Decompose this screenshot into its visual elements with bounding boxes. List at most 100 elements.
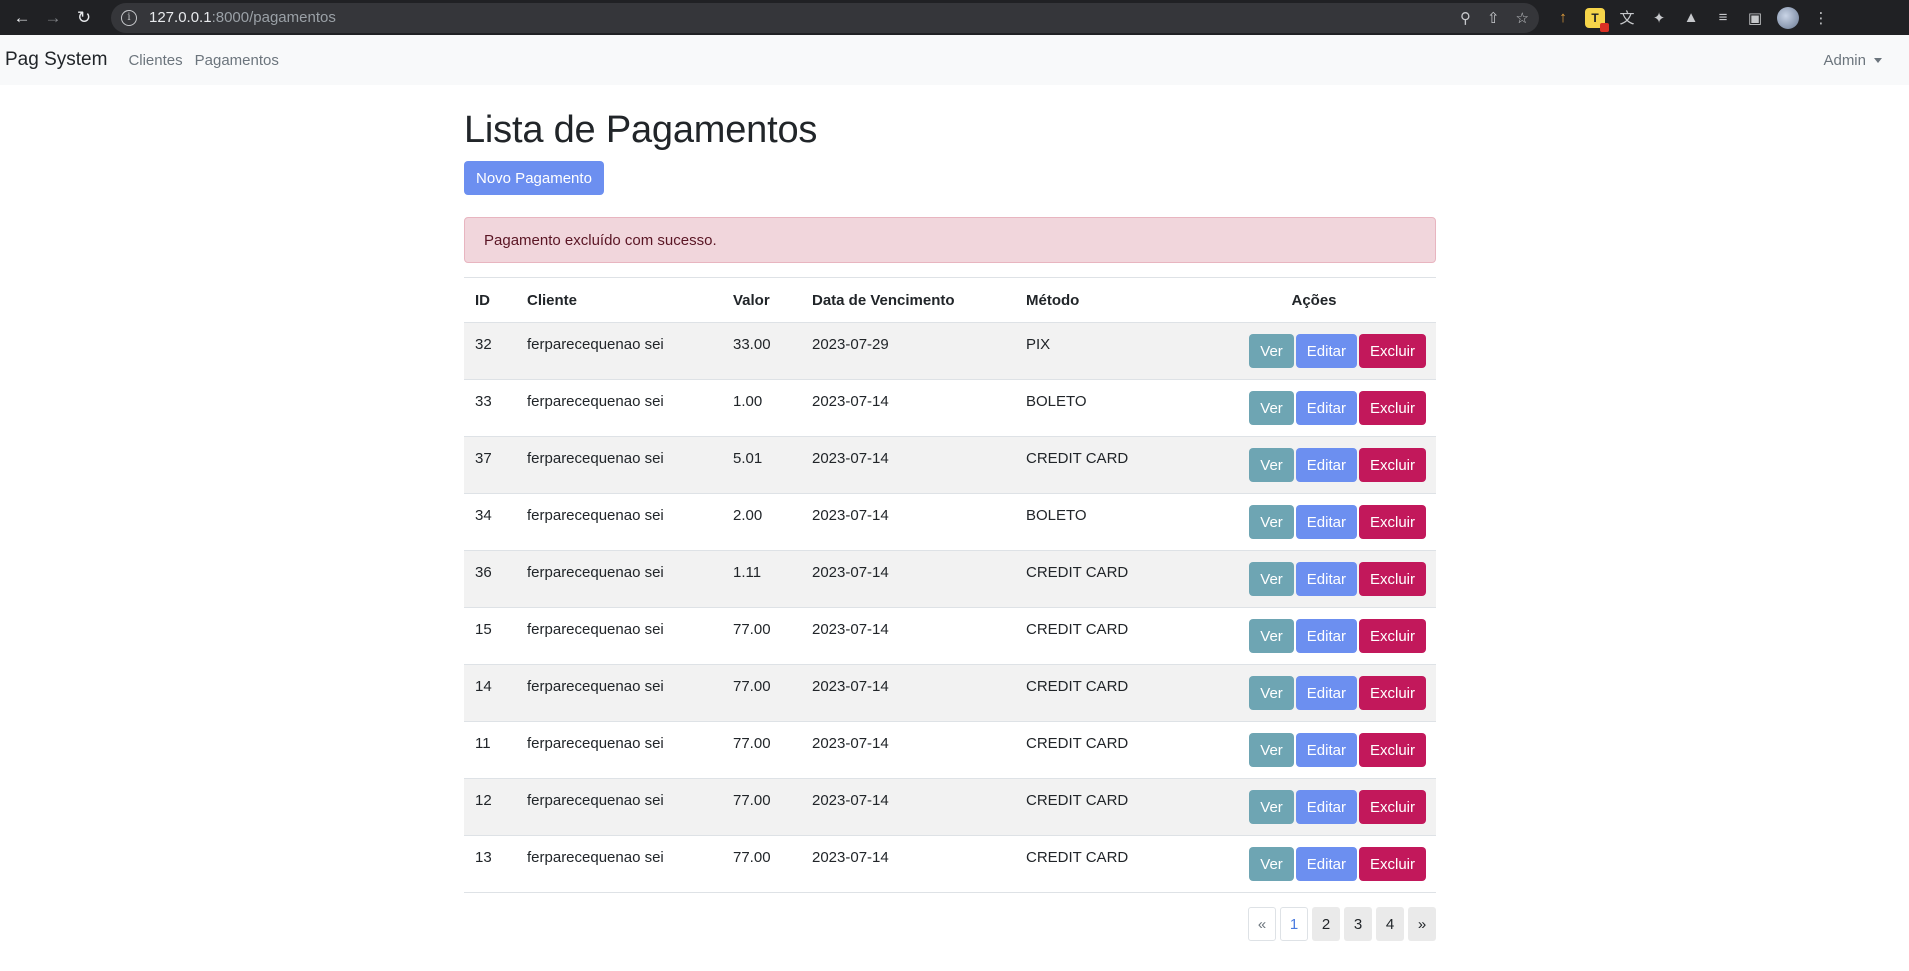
sparkle-extension-icon[interactable]: ✦ bbox=[1649, 8, 1669, 28]
cell-metodo: CREDIT CARD bbox=[1026, 678, 1129, 695]
edit-button[interactable]: Editar bbox=[1295, 505, 1357, 539]
side-panel-icon[interactable]: ▣ bbox=[1745, 8, 1765, 28]
cell-valor: 5.01 bbox=[733, 450, 763, 467]
address-bar[interactable]: i 127.0.0.1:8000/pagamentos ⚲ ⇧ ☆ bbox=[111, 2, 1539, 33]
caret-down-icon bbox=[1874, 57, 1882, 63]
column-header-id: ID bbox=[464, 277, 516, 323]
url-path: :8000/pagamentos bbox=[211, 9, 336, 26]
cell-valor: 77.00 bbox=[733, 621, 771, 638]
table-row: 11 ferparecequenao sei 77.00 2023-07-14 CRED… bbox=[464, 722, 1436, 779]
nav-link-clientes[interactable]: Clientes bbox=[128, 52, 182, 69]
view-button[interactable]: Ver bbox=[1249, 790, 1294, 824]
alert-message: Pagamento excluído com sucesso. bbox=[484, 231, 717, 249]
pickaxe-extension-icon[interactable]: ↑ bbox=[1553, 8, 1573, 28]
cell-vencimento: 2023-07-14 bbox=[812, 507, 889, 524]
table-row: 14 ferparecequenao sei 77.00 2023-07-14 CRED… bbox=[464, 664, 1436, 722]
cell-id: 13 bbox=[475, 849, 492, 866]
cell-metodo: CREDIT CARD bbox=[1026, 792, 1129, 809]
table-row: 34 ferparecequenao sei 2.00 2023-07-14 BOLET… bbox=[464, 494, 1436, 551]
puzzle-extensions-icon[interactable]: ▲ bbox=[1681, 8, 1701, 28]
cell-id: 11 bbox=[475, 735, 491, 752]
cell-id: 36 bbox=[475, 564, 492, 581]
site-info-icon[interactable]: i bbox=[121, 9, 137, 26]
reload-icon[interactable]: ↻ bbox=[70, 4, 98, 32]
view-button[interactable]: Ver bbox=[1249, 391, 1294, 425]
delete-button[interactable]: Excluir bbox=[1358, 619, 1426, 653]
edit-button[interactable]: Editar bbox=[1295, 448, 1357, 482]
cell-vencimento: 2023-07-14 bbox=[812, 849, 889, 866]
pagination-prev[interactable]: « bbox=[1248, 907, 1276, 941]
delete-button[interactable]: Excluir bbox=[1358, 334, 1426, 368]
edit-button[interactable]: Editar bbox=[1295, 790, 1357, 824]
pagination-page-2[interactable]: 2 bbox=[1312, 907, 1340, 941]
view-button[interactable]: Ver bbox=[1249, 733, 1294, 767]
cell-cliente: ferparecequenao sei bbox=[527, 450, 664, 467]
t-extension-icon[interactable]: T bbox=[1585, 7, 1609, 32]
cell-metodo: CREDIT CARD bbox=[1026, 621, 1129, 638]
user-menu[interactable]: Admin bbox=[1823, 52, 1882, 69]
pagination-next[interactable]: » bbox=[1408, 907, 1436, 941]
zoom-icon[interactable]: ⚲ bbox=[1460, 9, 1471, 27]
edit-button[interactable]: Editar bbox=[1295, 733, 1357, 767]
view-button[interactable]: Ver bbox=[1249, 562, 1294, 596]
user-name: Admin bbox=[1823, 51, 1866, 69]
cell-actions: Ver Editar Excluir bbox=[1192, 323, 1436, 380]
edit-button[interactable]: Editar bbox=[1295, 676, 1357, 710]
cell-actions: Ver Editar Excluir bbox=[1192, 779, 1436, 836]
delete-button[interactable]: Excluir bbox=[1358, 847, 1426, 881]
profile-avatar[interactable] bbox=[1777, 6, 1799, 29]
translate-extension-icon[interactable]: 文 bbox=[1617, 8, 1637, 28]
cell-actions: Ver Editar Excluir bbox=[1192, 608, 1436, 665]
column-header-valor: Valor bbox=[722, 277, 801, 323]
view-button[interactable]: Ver bbox=[1249, 334, 1294, 368]
new-payment-button[interactable]: Novo Pagamento bbox=[464, 161, 604, 195]
bookmark-star-icon[interactable]: ☆ bbox=[1516, 9, 1529, 27]
cell-actions: Ver Editar Excluir bbox=[1192, 380, 1436, 437]
share-icon[interactable]: ⇧ bbox=[1487, 9, 1500, 27]
edit-button[interactable]: Editar bbox=[1295, 562, 1357, 596]
cell-metodo: PIX bbox=[1026, 336, 1051, 353]
app-navbar: Pag System Clientes Pagamentos Admin bbox=[0, 35, 1909, 85]
cell-valor: 77.00 bbox=[733, 792, 771, 809]
view-button[interactable]: Ver bbox=[1249, 619, 1294, 653]
cell-actions: Ver Editar Excluir bbox=[1192, 494, 1436, 551]
cell-id: 34 bbox=[475, 507, 492, 524]
success-alert: Pagamento excluído com sucesso. bbox=[464, 217, 1436, 263]
nav-link-pagamentos[interactable]: Pagamentos bbox=[195, 52, 279, 69]
cell-cliente: ferparecequenao sei bbox=[527, 336, 664, 353]
cell-id: 15 bbox=[475, 621, 492, 638]
edit-button[interactable]: Editar bbox=[1295, 619, 1357, 653]
back-arrow-icon[interactable]: ← bbox=[8, 4, 36, 32]
view-button[interactable]: Ver bbox=[1249, 847, 1294, 881]
forward-arrow-icon[interactable]: → bbox=[39, 4, 67, 32]
cell-cliente: ferparecequenao sei bbox=[527, 393, 664, 410]
browser-toolbar: ← → ↻ i 127.0.0.1:8000/pagamentos ⚲ ⇧ ☆ … bbox=[0, 0, 1909, 35]
reading-list-icon[interactable]: ≡ bbox=[1713, 8, 1733, 28]
pagination-page-1[interactable]: 1 bbox=[1280, 907, 1308, 941]
cell-id: 32 bbox=[475, 336, 492, 353]
cell-cliente: ferparecequenao sei bbox=[527, 735, 664, 752]
table-row: 12 ferparecequenao sei 77.00 2023-07-14 CRED… bbox=[464, 778, 1436, 836]
delete-button[interactable]: Excluir bbox=[1358, 733, 1426, 767]
brand-link[interactable]: Pag System bbox=[5, 49, 107, 71]
cell-metodo: CREDIT CARD bbox=[1026, 450, 1129, 467]
cell-id: 37 bbox=[475, 450, 492, 467]
view-button[interactable]: Ver bbox=[1249, 505, 1294, 539]
delete-button[interactable]: Excluir bbox=[1358, 676, 1426, 710]
column-header-vencimento: Data de Vencimento bbox=[801, 277, 1015, 323]
delete-button[interactable]: Excluir bbox=[1358, 391, 1426, 425]
cell-valor: 1.11 bbox=[733, 564, 762, 581]
edit-button[interactable]: Editar bbox=[1295, 334, 1357, 368]
url-host: 127.0.0.1 bbox=[149, 9, 212, 26]
pagination-page-3[interactable]: 3 bbox=[1344, 907, 1372, 941]
delete-button[interactable]: Excluir bbox=[1358, 448, 1426, 482]
view-button[interactable]: Ver bbox=[1249, 448, 1294, 482]
delete-button[interactable]: Excluir bbox=[1358, 790, 1426, 824]
edit-button[interactable]: Editar bbox=[1295, 847, 1357, 881]
delete-button[interactable]: Excluir bbox=[1358, 562, 1426, 596]
pagination-page-4[interactable]: 4 bbox=[1376, 907, 1404, 941]
edit-button[interactable]: Editar bbox=[1295, 391, 1357, 425]
view-button[interactable]: Ver bbox=[1249, 676, 1294, 710]
kebab-menu-icon[interactable]: ⋮ bbox=[1811, 8, 1831, 28]
delete-button[interactable]: Excluir bbox=[1358, 505, 1426, 539]
